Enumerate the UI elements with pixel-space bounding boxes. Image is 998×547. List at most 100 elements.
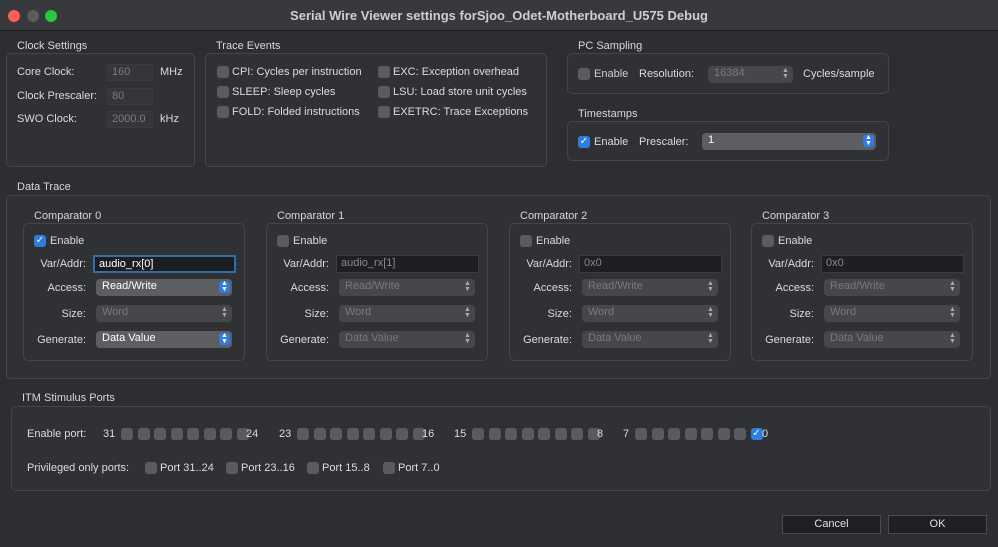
comparator-generate-label: Generate: (765, 334, 814, 346)
trace-event-label: LSU: Load store unit cycles (393, 86, 527, 98)
comparator-size-select[interactable]: Word ▲ ▼ (96, 305, 232, 322)
port-27-checkbox[interactable] (187, 428, 199, 440)
trace-event-checkbox[interactable] (217, 66, 229, 78)
port-5-checkbox[interactable] (668, 428, 680, 440)
comparator-generate-value: Data Value (830, 332, 884, 344)
port-group-low-label: 24 (246, 428, 259, 440)
comparator-size-select[interactable]: Word ▲ ▼ (824, 305, 960, 322)
comparator-enable-label: Enable (293, 235, 328, 247)
resolution-label: Resolution: (639, 68, 695, 80)
port-31-checkbox[interactable] (121, 428, 133, 440)
port-3-checkbox[interactable] (701, 428, 713, 440)
comparator-generate-select[interactable]: Data Value ▲ ▼ (339, 331, 475, 348)
port-1-checkbox[interactable] (734, 428, 746, 440)
comparator-enable-checkbox[interactable] (277, 235, 289, 247)
pc-sampling-enable-checkbox[interactable] (578, 68, 590, 80)
port-7-checkbox[interactable] (635, 428, 647, 440)
ok-button[interactable]: OK (888, 515, 987, 534)
chevron-updown-icon: ▲ ▼ (464, 306, 471, 319)
trace-event-checkbox[interactable] (217, 106, 229, 118)
timestamps-prescaler-select[interactable]: 1 ▲ ▼ (702, 133, 876, 150)
comparator-title: Comparator 1 (277, 210, 345, 222)
port-9-checkbox[interactable] (571, 428, 583, 440)
comparator-var-input[interactable]: 0x0 (579, 255, 722, 273)
comparator-access-select[interactable]: Read/Write ▲ ▼ (824, 279, 960, 296)
privileged-port-checkbox[interactable] (307, 462, 319, 474)
trace-event-checkbox[interactable] (217, 86, 229, 98)
port-14-checkbox[interactable] (488, 428, 501, 440)
trace-event-checkbox[interactable] (378, 86, 390, 98)
comparator-var-input[interactable]: audio_rx[1] (336, 255, 479, 273)
cancel-button[interactable]: Cancel (782, 515, 881, 534)
port-17-checkbox[interactable] (396, 428, 408, 440)
comparator-generate-select[interactable]: Data Value ▲ ▼ (582, 331, 718, 348)
comparator-generate-select[interactable]: Data Value ▲ ▼ (96, 331, 232, 348)
privileged-port-checkbox[interactable] (145, 462, 157, 474)
resolution-select[interactable]: 16384 ▲ ▼ (708, 66, 793, 83)
comparator-enable-checkbox[interactable]: ✓ (34, 235, 46, 247)
port-13-checkbox[interactable] (505, 428, 517, 440)
cycles-per-sample-label: Cycles/sample (803, 68, 875, 80)
port-25-checkbox[interactable] (220, 428, 232, 440)
port-21-checkbox[interactable] (330, 428, 342, 440)
comparator-access-select[interactable]: Read/Write ▲ ▼ (339, 279, 475, 296)
comparator-access-value: Read/Write (102, 280, 157, 292)
comparator-access-label: Access: (533, 282, 572, 294)
timestamps-enable-label: Enable (594, 136, 629, 148)
port-2-checkbox[interactable] (717, 428, 730, 440)
comparator-generate-label: Generate: (280, 334, 329, 346)
trace-event-checkbox[interactable] (378, 106, 390, 118)
port-15-checkbox[interactable] (472, 428, 484, 440)
port-6-checkbox[interactable] (651, 428, 664, 440)
trace-event-checkbox[interactable] (378, 66, 390, 78)
clock-prescaler-input[interactable]: 80 (107, 88, 153, 105)
comparator-access-select[interactable]: Read/Write ▲ ▼ (96, 279, 232, 296)
comparator-title: Comparator 2 (520, 210, 588, 222)
comparator-title: Comparator 3 (762, 210, 830, 222)
port-18-checkbox[interactable] (379, 428, 392, 440)
comparator-generate-value: Data Value (102, 332, 156, 344)
port-10-checkbox[interactable] (554, 428, 567, 440)
timestamps-enable-checkbox[interactable]: ✓ (578, 136, 590, 148)
swo-clock-unit: kHz (160, 113, 179, 125)
port-29-checkbox[interactable] (154, 428, 166, 440)
port-group-high-label: 7 (623, 428, 630, 440)
comparator-var-label: Var/Addr: (768, 258, 814, 270)
comparator-generate-select[interactable]: Data Value ▲ ▼ (824, 331, 960, 348)
port-30-checkbox[interactable] (137, 428, 150, 440)
comparator-size-value: Word (588, 306, 615, 318)
privileged-port-checkbox[interactable] (226, 462, 238, 474)
comparator-enable-checkbox[interactable] (762, 235, 774, 247)
port-28-checkbox[interactable] (170, 428, 183, 440)
swo-clock-input[interactable]: 2000.0 (107, 111, 153, 128)
port-0-checkbox[interactable]: ✓ (750, 428, 763, 440)
comparator-var-input[interactable]: audio_rx[0] (93, 255, 236, 273)
port-group-high-label: 31 (103, 428, 116, 440)
privileged-port-checkbox[interactable] (383, 462, 395, 474)
port-12-checkbox[interactable] (521, 428, 534, 440)
comparator-generate-label: Generate: (37, 334, 86, 346)
comparator-generate-value: Data Value (588, 332, 642, 344)
port-23-checkbox[interactable] (297, 428, 309, 440)
comparator-size-select[interactable]: Word ▲ ▼ (582, 305, 718, 322)
trace-event-label: FOLD: Folded instructions (232, 106, 360, 118)
port-group-low-label: 0 (762, 428, 769, 440)
comparator-size-label: Size: (61, 308, 86, 320)
port-11-checkbox[interactable] (538, 428, 550, 440)
port-26-checkbox[interactable] (203, 428, 216, 440)
core-clock-input[interactable]: 160 (107, 64, 153, 81)
prescaler-label: Prescaler: (639, 136, 689, 148)
comparator-access-select[interactable]: Read/Write ▲ ▼ (582, 279, 718, 296)
comparator-enable-checkbox[interactable] (520, 235, 532, 247)
comparator-generate-value: Data Value (345, 332, 399, 344)
comparator-var-input[interactable]: 0x0 (821, 255, 964, 273)
comparator-access-value: Read/Write (588, 280, 643, 292)
port-22-checkbox[interactable] (313, 428, 326, 440)
port-4-checkbox[interactable] (684, 428, 697, 440)
port-19-checkbox[interactable] (363, 428, 375, 440)
comparator-size-value: Word (102, 306, 129, 318)
chevron-updown-icon: ▲ ▼ (863, 134, 874, 147)
comparator-size-select[interactable]: Word ▲ ▼ (339, 305, 475, 322)
port-20-checkbox[interactable] (346, 428, 359, 440)
comparator-access-label: Access: (47, 282, 86, 294)
